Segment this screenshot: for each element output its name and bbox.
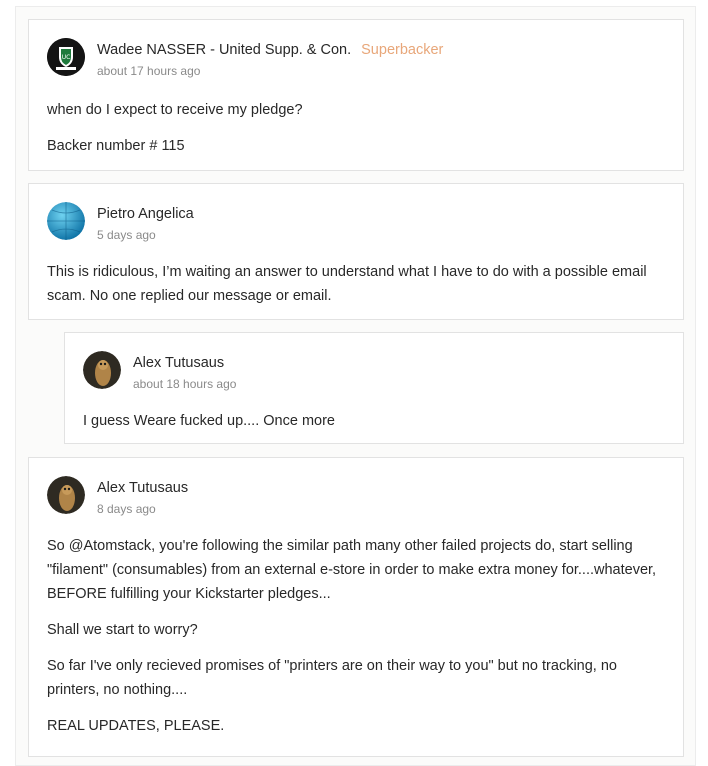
comment-card: UC Wadee NASSER - United Supp. & Con. Sup… bbox=[28, 19, 684, 171]
comment-author[interactable]: Alex Tutusaus bbox=[97, 480, 188, 496]
superbacker-badge: Superbacker bbox=[361, 42, 444, 58]
user-avatar[interactable]: UC bbox=[47, 38, 85, 76]
comment-timestamp[interactable]: 5 days ago bbox=[97, 228, 156, 242]
comment-timestamp[interactable]: about 17 hours ago bbox=[97, 64, 200, 78]
comment-body: when do I expect to receive my pledge? B… bbox=[47, 98, 667, 158]
comment-paragraph: Shall we start to worry? bbox=[47, 622, 198, 638]
comment-paragraph: This is ridiculous, I’m waiting an answe… bbox=[47, 264, 647, 304]
comment-paragraph: REAL UPDATES, PLEASE. bbox=[47, 718, 225, 734]
comment-card: Pietro Angelica 5 days ago This is ridic… bbox=[28, 183, 684, 320]
comment-author[interactable]: Wadee NASSER - United Supp. & Con. Superb… bbox=[97, 42, 443, 58]
comment-body: This is ridiculous, I’m waiting an answe… bbox=[47, 260, 667, 308]
comment-card: Alex Tutusaus 8 days ago So @Atomstack, … bbox=[28, 457, 684, 757]
comment-paragraph: So far I've only recieved promises of "p… bbox=[47, 658, 617, 698]
comment-paragraph: when do I expect to receive my pledge? bbox=[47, 102, 303, 118]
comment-author[interactable]: Alex Tutusaus bbox=[133, 355, 224, 371]
comment-paragraph: Backer number # 115 bbox=[47, 138, 185, 154]
author-name[interactable]: Wadee NASSER - United Supp. & Con. bbox=[97, 42, 351, 58]
comment-timestamp[interactable]: 8 days ago bbox=[97, 502, 156, 516]
owl-photo-icon bbox=[83, 351, 121, 389]
comment-paragraph: So @Atomstack, you're following the simi… bbox=[47, 538, 657, 602]
shield-crest-logo-icon: UC bbox=[47, 38, 85, 76]
comment-paragraph: I guess Weare fucked up.... Once more bbox=[83, 413, 335, 429]
owl-photo-icon bbox=[47, 476, 85, 514]
user-avatar[interactable] bbox=[47, 476, 85, 514]
comment-body: So @Atomstack, you're following the simi… bbox=[47, 534, 672, 738]
user-avatar[interactable] bbox=[83, 351, 121, 389]
comment-timestamp[interactable]: about 18 hours ago bbox=[133, 377, 236, 391]
blue-globe-icon bbox=[47, 202, 85, 240]
reply-card: Alex Tutusaus about 18 hours ago I guess… bbox=[64, 332, 684, 444]
user-avatar[interactable] bbox=[47, 202, 85, 240]
svg-text:UC: UC bbox=[62, 54, 71, 61]
comment-body: I guess Weare fucked up.... Once more bbox=[83, 409, 668, 433]
comment-author[interactable]: Pietro Angelica bbox=[97, 206, 194, 222]
comments-feed: UC Wadee NASSER - United Supp. & Con. Sup… bbox=[15, 6, 696, 766]
